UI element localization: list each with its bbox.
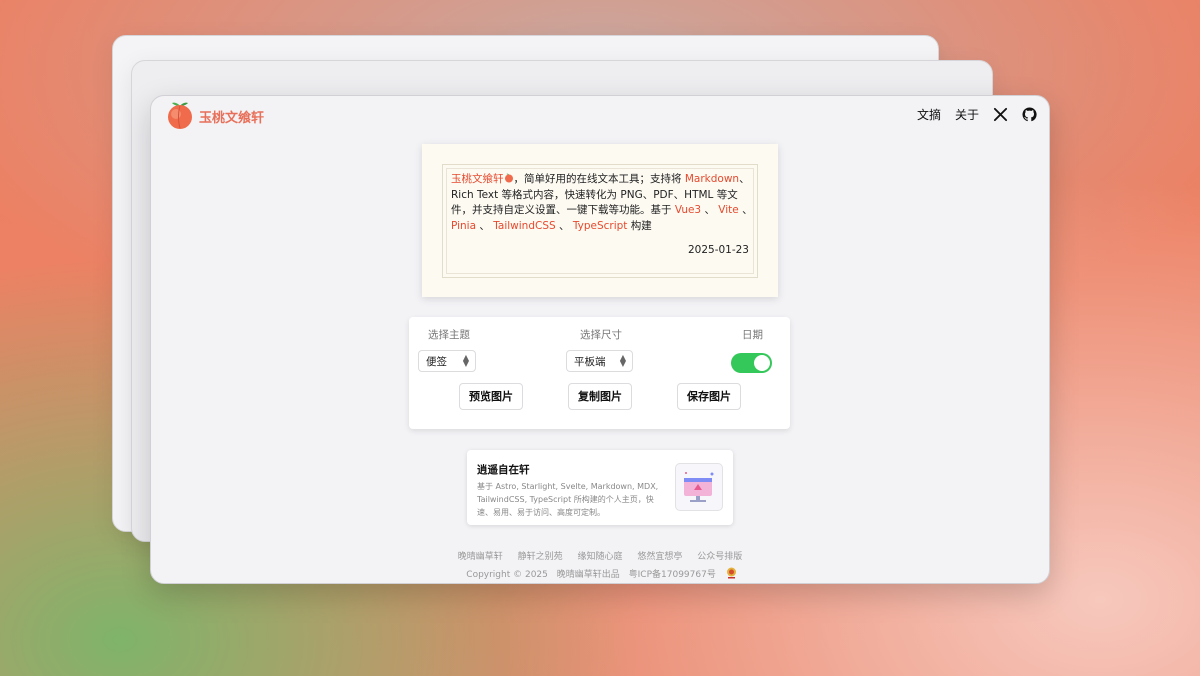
- peach-logo-icon[interactable]: [165, 100, 195, 130]
- save-image-button[interactable]: 保存图片: [677, 383, 741, 410]
- footer-link[interactable]: 公众号排版: [697, 552, 742, 562]
- card-brand: 玉桃文飨轩: [451, 173, 504, 185]
- promo-card[interactable]: 逍遥自在轩 基于 Astro, Starlight, Svelte, Markd…: [467, 450, 733, 525]
- promo-description: 基于 Astro, Starlight, Svelte, Markdown, M…: [477, 482, 659, 517]
- size-label: 选择尺寸: [580, 329, 622, 341]
- card-text-end: 构建: [630, 219, 652, 232]
- brand-name[interactable]: 玉桃文飨轩: [199, 107, 264, 126]
- top-bar: 玉桃文飨轩 文摘 关于: [151, 96, 1049, 136]
- separator: 、: [704, 204, 715, 216]
- footer-link[interactable]: 缘知随心庭: [577, 552, 622, 562]
- toggle-knob: [754, 355, 770, 371]
- org-link[interactable]: 晚晴幽草轩出品: [557, 570, 620, 580]
- copy-image-button[interactable]: 复制图片: [568, 383, 632, 410]
- card-date: 2025-01-23: [687, 244, 749, 256]
- police-badge-icon: [726, 567, 736, 579]
- footer-link[interactable]: 晚晴幽草轩: [458, 552, 503, 562]
- card-text-part1: ，简单好用的在线文本工具；支持将: [513, 173, 682, 185]
- theme-select[interactable]: 便签 ▲ ▼: [418, 350, 476, 372]
- date-toggle[interactable]: [731, 353, 772, 373]
- separator: 、: [742, 204, 753, 216]
- chevron-updown-icon: ▲ ▼: [462, 353, 469, 368]
- footer-link[interactable]: 静轩之别苑: [518, 552, 563, 562]
- tech-vite: Vite: [718, 204, 739, 216]
- github-icon[interactable]: [1022, 107, 1037, 122]
- tech-tailwindcss: TailwindCSS: [493, 219, 556, 232]
- tech-typescript: TypeScript: [572, 219, 628, 232]
- tech-vue3: Vue3: [674, 204, 702, 216]
- chevron-updown-icon: ▲ ▼: [619, 353, 626, 368]
- peach-emoji-icon: [504, 173, 513, 183]
- size-select-value: 平板端: [574, 356, 606, 368]
- promo-title: 逍遥自在轩: [477, 464, 530, 476]
- preview-card: 玉桃文飨轩 ，简单好用的在线文本工具；支持将 Markdown、Rich Text…: [422, 144, 778, 297]
- card-text: 玉桃文飨轩 ，简单好用的在线文本工具；支持将 Markdown、Rich Text…: [451, 172, 753, 234]
- icp-link[interactable]: 粤ICP备17099767号: [629, 570, 716, 580]
- x-logo-icon[interactable]: [993, 107, 1008, 122]
- app-window: 玉桃文飨轩 文摘 关于 玉桃文飨轩 ，简单好用的在线文本工具；支持将 Markdo…: [150, 95, 1050, 584]
- theme-select-value: 便签: [426, 356, 447, 368]
- size-select[interactable]: 平板端 ▲ ▼: [566, 350, 633, 372]
- separator: 、: [559, 219, 570, 232]
- copyright-line: Copyright © 2025 晚晴幽草轩出品 粤ICP备17099767号: [151, 567, 1049, 580]
- card-markdown: Markdown: [684, 173, 740, 185]
- date-label: 日期: [742, 329, 763, 341]
- footer-links: 晚晴幽草轩 静轩之别苑 缘知随心庭 悠然宜想亭 公众号排版: [151, 549, 1049, 562]
- nav-digest-link[interactable]: 文摘: [917, 106, 941, 123]
- tech-pinia: Pinia: [451, 219, 477, 232]
- top-nav: 文摘 关于: [917, 106, 1037, 123]
- separator: 、: [479, 219, 490, 232]
- preview-image-button[interactable]: 预览图片: [459, 383, 523, 410]
- copyright-text: Copyright © 2025: [466, 570, 548, 580]
- nav-about-link[interactable]: 关于: [955, 106, 979, 123]
- theme-label: 选择主题: [428, 329, 470, 341]
- promo-illustration-icon: [675, 463, 723, 511]
- footer-link[interactable]: 悠然宜想亭: [637, 552, 682, 562]
- controls-panel: 选择主题 选择尺寸 日期 便签 ▲ ▼ 平板端 ▲ ▼ 预览图片 复制图片 保存图片: [409, 317, 790, 429]
